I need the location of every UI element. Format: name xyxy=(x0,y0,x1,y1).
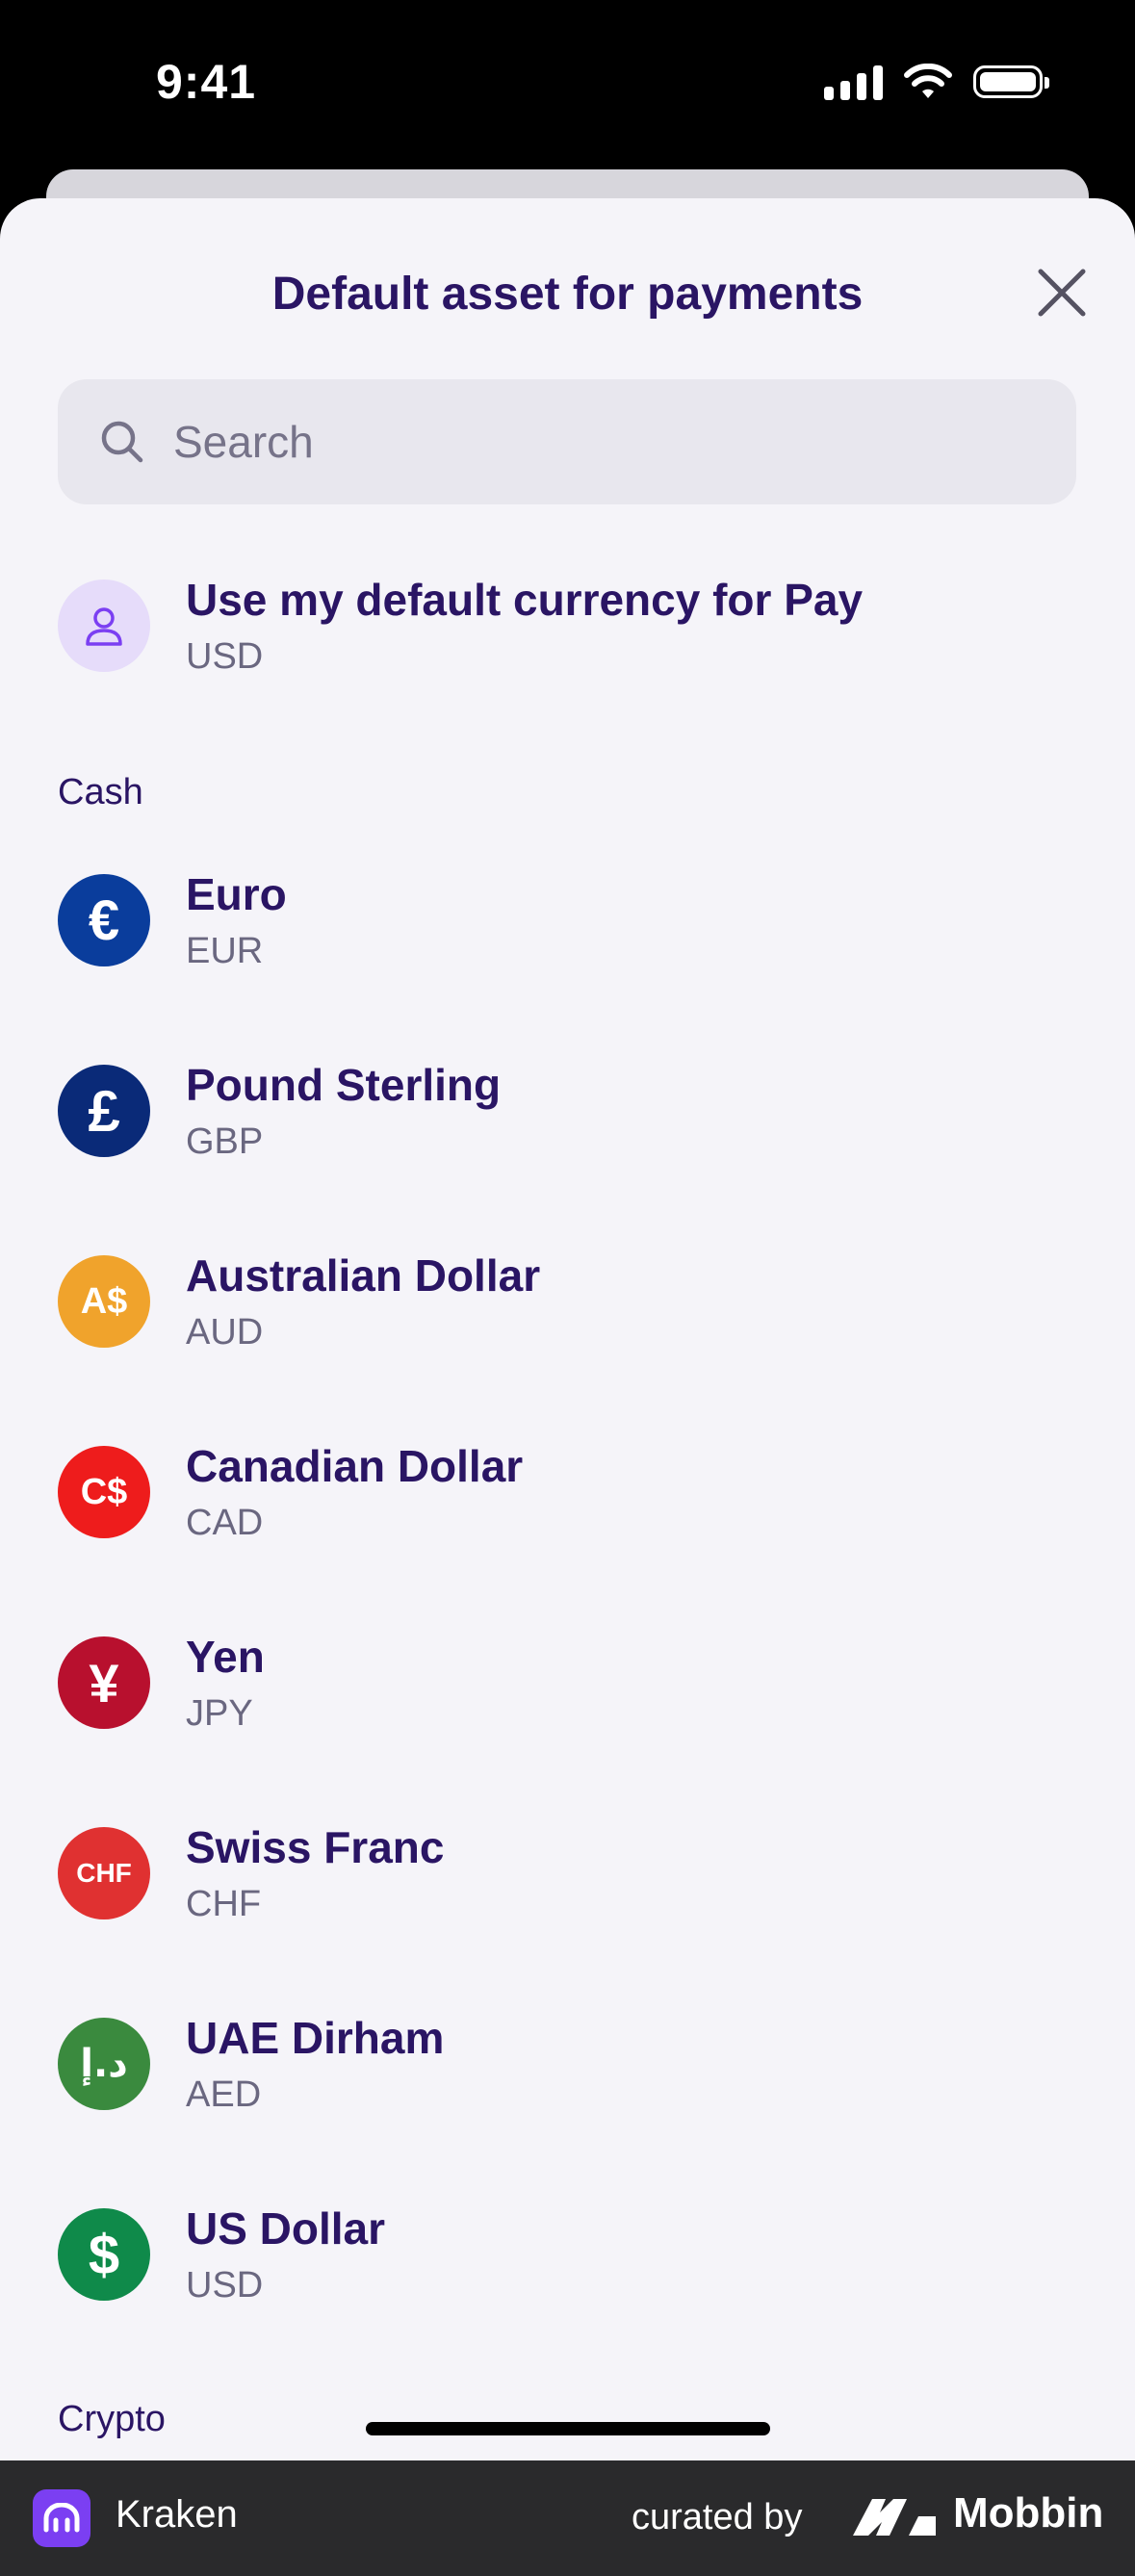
battery-icon xyxy=(973,65,1049,98)
swiss-franc-icon: CHF xyxy=(58,1827,150,1919)
sheet-title: Default asset for payments xyxy=(271,269,864,320)
currency-name: US Dollar xyxy=(186,2203,386,2254)
currency-code: AUD xyxy=(186,1312,264,1352)
close-icon xyxy=(1038,269,1086,317)
pound-icon: £ xyxy=(58,1065,150,1157)
dirham-icon: د.إ xyxy=(58,2018,150,2110)
mobbin-brand: Mobbin xyxy=(953,2489,1104,2537)
asset-picker-sheet: Default asset for payments Use my defaul… xyxy=(0,198,1135,2460)
default-currency-option[interactable]: Use my default currency for Pay USD xyxy=(58,564,1076,699)
mobbin-logo-icon xyxy=(853,2499,936,2536)
currency-name: Euro xyxy=(186,869,287,919)
search-icon xyxy=(96,416,148,468)
home-indicator xyxy=(366,2422,770,2435)
status-bar: 9:41 xyxy=(0,0,1135,173)
currency-code: JPY xyxy=(186,1693,253,1734)
cellular-signal-icon xyxy=(824,64,883,100)
person-icon xyxy=(58,580,150,672)
close-button[interactable] xyxy=(1031,262,1093,323)
currency-code: CHF xyxy=(186,1884,262,1924)
currency-name: Australian Dollar xyxy=(186,1250,541,1301)
currency-code: GBP xyxy=(186,1121,264,1162)
currency-name: UAE Dirham xyxy=(186,2013,445,2063)
currency-name: Yen xyxy=(186,1632,265,1682)
currency-item-aud[interactable]: A$ Australian Dollar AUD xyxy=(58,1240,1076,1375)
app-name: Kraken xyxy=(116,2493,238,2536)
status-icons xyxy=(824,64,1049,100)
currency-code: CAD xyxy=(186,1503,264,1543)
currency-item-cad[interactable]: C$ Canadian Dollar CAD xyxy=(58,1430,1076,1565)
currency-item-eur[interactable]: € Euro EUR xyxy=(58,859,1076,993)
currency-item-chf[interactable]: CHF Swiss Franc CHF xyxy=(58,1812,1076,1946)
australian-dollar-icon: A$ xyxy=(58,1255,150,1348)
currency-name: Canadian Dollar xyxy=(186,1441,524,1491)
kraken-logo-icon xyxy=(33,2489,90,2547)
section-label-cash: Cash xyxy=(58,772,143,812)
canadian-dollar-icon: C$ xyxy=(58,1446,150,1538)
currency-item-gbp[interactable]: £ Pound Sterling GBP xyxy=(58,1049,1076,1184)
currency-item-jpy[interactable]: ¥ Yen JPY xyxy=(58,1621,1076,1756)
currency-code: USD xyxy=(186,2265,264,2306)
euro-icon: € xyxy=(58,874,150,966)
status-time: 9:41 xyxy=(156,55,257,109)
currency-item-usd[interactable]: $ US Dollar USD xyxy=(58,2193,1076,2328)
default-option-label: Use my default currency for Pay xyxy=(186,575,864,625)
currency-name: Pound Sterling xyxy=(186,1060,502,1110)
currency-code: AED xyxy=(186,2074,262,2115)
currency-code: EUR xyxy=(186,931,264,971)
yen-icon: ¥ xyxy=(58,1636,150,1729)
currency-item-aed[interactable]: د.إ UAE Dirham AED xyxy=(58,2002,1076,2137)
search-bar[interactable] xyxy=(58,379,1076,504)
dollar-icon: $ xyxy=(58,2208,150,2301)
search-input[interactable] xyxy=(171,415,1042,469)
footer-bar: Kraken curated by Mobbin xyxy=(0,2460,1135,2576)
curated-by-label: curated by xyxy=(632,2497,803,2537)
default-option-code: USD xyxy=(186,636,264,677)
currency-name: Swiss Franc xyxy=(186,1822,445,1872)
section-label-crypto: Crypto xyxy=(58,2399,166,2439)
wifi-icon xyxy=(904,64,952,98)
